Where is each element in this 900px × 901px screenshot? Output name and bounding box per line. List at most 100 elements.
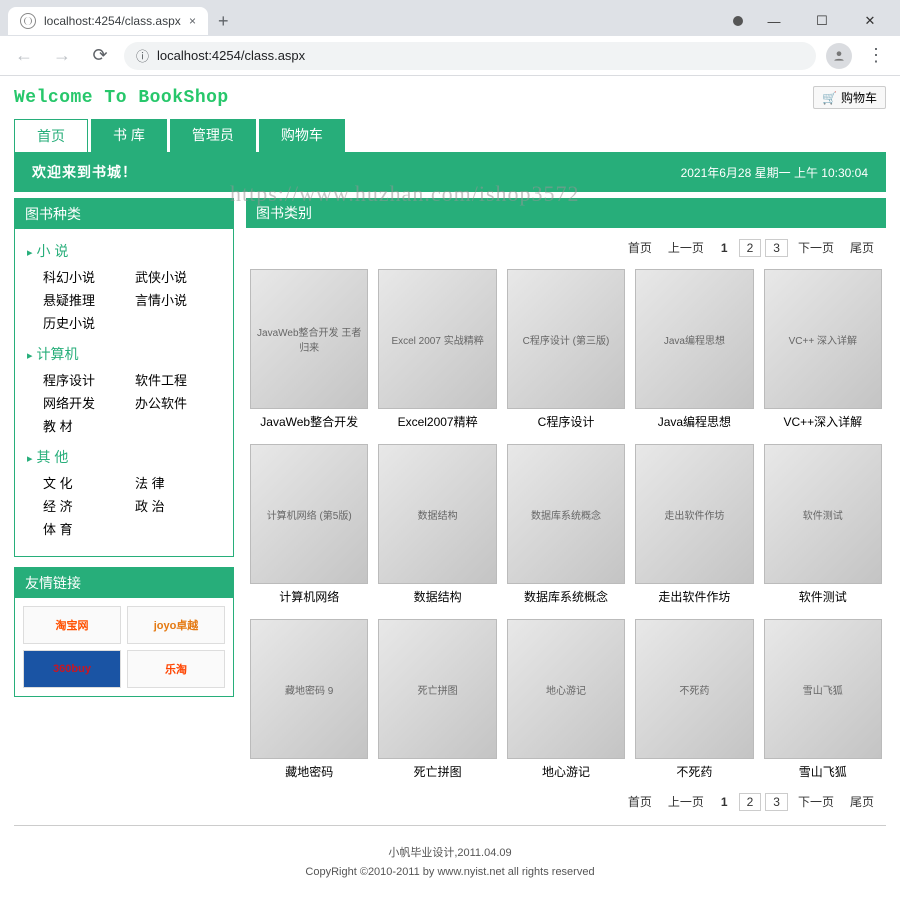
subcat-mystery[interactable]: 悬疑推理 <box>43 290 127 309</box>
link-letao[interactable]: 乐淘 <box>127 650 225 688</box>
book-title[interactable]: VC++深入详解 <box>764 413 882 430</box>
nav-tab-admin[interactable]: 管理员 <box>170 119 256 152</box>
book-cover[interactable]: JavaWeb整合开发 王者归来 <box>250 269 368 409</box>
book-cover[interactable]: C程序设计 (第三版) <box>507 269 625 409</box>
subcat-law[interactable]: 法 律 <box>135 473 219 492</box>
book-cover[interactable]: 雪山飞狐 <box>764 619 882 759</box>
pager-page-2[interactable]: 2 <box>739 239 762 257</box>
pager-last[interactable]: 尾页 <box>844 238 880 257</box>
url-input[interactable]: ⓘ localhost:4254/class.aspx <box>124 42 816 70</box>
book-item: C程序设计 (第三版) C程序设计 <box>507 269 625 430</box>
book-title[interactable]: 数据库系统概念 <box>507 588 625 605</box>
category-other[interactable]: 其 他 <box>27 447 219 467</box>
book-item: VC++ 深入详解 VC++深入详解 <box>764 269 882 430</box>
book-title[interactable]: Excel2007精粹 <box>378 413 496 430</box>
main-nav: 首页 书 库 管理员 购物车 <box>14 119 886 152</box>
link-taobao[interactable]: 淘宝网 <box>23 606 121 644</box>
book-cover[interactable]: 死亡拼图 <box>378 619 496 759</box>
minimize-button[interactable]: — <box>752 6 796 36</box>
book-cover[interactable]: Excel 2007 实战精粹 <box>378 269 496 409</box>
book-item: 地心游记地心游记 <box>507 619 625 780</box>
subcat-politics[interactable]: 政 治 <box>135 496 219 515</box>
subcat-culture[interactable]: 文 化 <box>43 473 127 492</box>
book-title[interactable]: 死亡拼图 <box>378 763 496 780</box>
subcat-office[interactable]: 办公软件 <box>135 393 219 412</box>
reload-button[interactable]: ⟳ <box>86 45 114 66</box>
book-cover[interactable]: Java编程思想 <box>635 269 753 409</box>
pager-first-b[interactable]: 首页 <box>622 792 658 811</box>
book-cover[interactable]: VC++ 深入详解 <box>764 269 882 409</box>
book-cover[interactable]: 走出软件作坊 <box>635 444 753 584</box>
close-tab-icon[interactable]: × <box>189 14 196 28</box>
maximize-button[interactable]: ☐ <box>800 6 844 36</box>
pager-bottom: 首页 上一页 1 2 3 下一页 尾页 <box>246 788 886 815</box>
links-grid: 淘宝网 joyo卓越 360buy 乐淘 <box>15 598 233 696</box>
subcat-scifi[interactable]: 科幻小说 <box>43 267 127 286</box>
book-title[interactable]: 不死药 <box>635 763 753 780</box>
pager-last-b[interactable]: 尾页 <box>844 792 880 811</box>
subcat-textbook[interactable]: 教 材 <box>43 416 127 435</box>
pager-prev[interactable]: 上一页 <box>662 238 710 257</box>
book-cover[interactable]: 地心游记 <box>507 619 625 759</box>
category-computer[interactable]: 计算机 <box>27 344 219 364</box>
cart-button[interactable]: 🛒 购物车 <box>813 86 886 109</box>
pager-page-1[interactable]: 1 <box>714 240 735 256</box>
subcat-software-eng[interactable]: 软件工程 <box>135 370 219 389</box>
link-joyo[interactable]: joyo卓越 <box>127 606 225 644</box>
browser-chrome: localhost:4254/class.aspx × + — ☐ ✕ ← → … <box>0 0 900 76</box>
nav-tab-library[interactable]: 书 库 <box>91 119 167 152</box>
book-item: 软件测试软件测试 <box>764 444 882 605</box>
book-title[interactable]: JavaWeb整合开发 <box>250 413 368 430</box>
book-title[interactable]: 地心游记 <box>507 763 625 780</box>
cart-label: 购物车 <box>841 89 877 106</box>
book-title[interactable]: C程序设计 <box>507 413 625 430</box>
book-title[interactable]: 走出软件作坊 <box>635 588 753 605</box>
book-cover[interactable]: 数据库系统概念 <box>507 444 625 584</box>
pager-page-3[interactable]: 3 <box>765 239 788 257</box>
profile-avatar-icon[interactable] <box>826 43 852 69</box>
link-360buy[interactable]: 360buy <box>23 650 121 688</box>
category-novel[interactable]: 小 说 <box>27 241 219 261</box>
book-title[interactable]: Java编程思想 <box>635 413 753 430</box>
footer-line1: 小帆毕业设计,2011.04.09 <box>14 844 886 863</box>
page-header: Welcome To BookShop 🛒 购物车 <box>14 82 886 119</box>
site-info-icon[interactable]: ⓘ <box>136 46 149 65</box>
book-cover[interactable]: 软件测试 <box>764 444 882 584</box>
book-title[interactable]: 软件测试 <box>764 588 882 605</box>
book-title[interactable]: 藏地密码 <box>250 763 368 780</box>
nav-tab-home[interactable]: 首页 <box>14 119 88 152</box>
pager-next-b[interactable]: 下一页 <box>792 792 840 811</box>
subcat-sports[interactable]: 体 育 <box>43 519 127 538</box>
address-bar: ← → ⟳ ⓘ localhost:4254/class.aspx ⋮ <box>0 36 900 76</box>
forward-button[interactable]: → <box>48 45 76 66</box>
pager-page-1-b[interactable]: 1 <box>714 794 735 810</box>
pager-next[interactable]: 下一页 <box>792 238 840 257</box>
browser-tab[interactable]: localhost:4254/class.aspx × <box>8 7 208 35</box>
book-title[interactable]: 计算机网络 <box>250 588 368 605</box>
book-title[interactable]: 雪山飞狐 <box>764 763 882 780</box>
subcat-programming[interactable]: 程序设计 <box>43 370 127 389</box>
book-cover[interactable]: 计算机网络 (第5版) <box>250 444 368 584</box>
new-tab-button[interactable]: + <box>208 7 239 36</box>
pager-page-2-b[interactable]: 2 <box>739 793 762 811</box>
site-title: Welcome To BookShop <box>14 88 229 108</box>
book-cover[interactable]: 藏地密码 9 <box>250 619 368 759</box>
links-panel: 友情链接 淘宝网 joyo卓越 360buy 乐淘 <box>14 567 234 697</box>
nav-tab-cart[interactable]: 购物车 <box>259 119 345 152</box>
back-button[interactable]: ← <box>10 45 38 66</box>
welcome-banner: 欢迎来到书城！ 2021年6月28 星期一 上午 10:30:04 <box>14 152 886 192</box>
book-title[interactable]: 数据结构 <box>378 588 496 605</box>
pager-page-3-b[interactable]: 3 <box>765 793 788 811</box>
subcat-romance[interactable]: 言情小说 <box>135 290 219 309</box>
subcat-wuxia[interactable]: 武侠小说 <box>135 267 219 286</box>
pager-prev-b[interactable]: 上一页 <box>662 792 710 811</box>
pager-first[interactable]: 首页 <box>622 238 658 257</box>
account-indicator-icon[interactable] <box>728 6 748 36</box>
subcat-network[interactable]: 网络开发 <box>43 393 127 412</box>
subcat-economy[interactable]: 经 济 <box>43 496 127 515</box>
subcat-history[interactable]: 历史小说 <box>43 313 127 332</box>
browser-menu-button[interactable]: ⋮ <box>862 45 890 66</box>
close-window-button[interactable]: ✕ <box>848 6 892 36</box>
book-cover[interactable]: 数据结构 <box>378 444 496 584</box>
book-cover[interactable]: 不死药 <box>635 619 753 759</box>
